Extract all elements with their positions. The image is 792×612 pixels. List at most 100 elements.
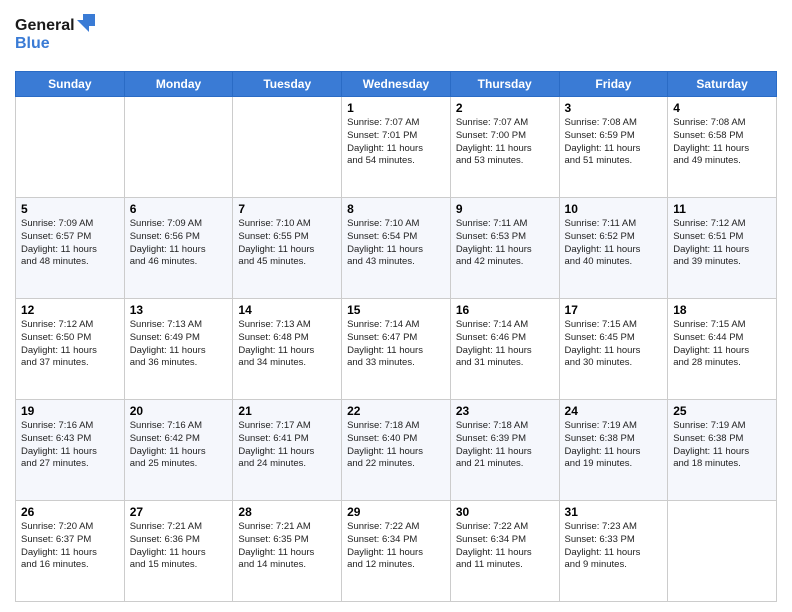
- calendar-cell: [16, 97, 125, 198]
- calendar-cell: 14Sunrise: 7:13 AMSunset: 6:48 PMDayligh…: [233, 299, 342, 400]
- day-number: 22: [347, 404, 445, 418]
- day-number: 31: [565, 505, 663, 519]
- day-number: 8: [347, 202, 445, 216]
- day-info: Sunrise: 7:10 AMSunset: 6:55 PMDaylight:…: [238, 218, 336, 269]
- calendar-week-3: 19 Sunrise: 7:16 AMSunset: 6:43 PMDayligh…: [16, 400, 777, 501]
- day-number: 3: [565, 101, 663, 115]
- calendar-cell: 12Sunrise: 7:12 AMSunset: 6:50 PMDayligh…: [16, 299, 125, 400]
- day-number: 27: [130, 505, 228, 519]
- day-number: 15: [347, 303, 445, 317]
- logo-content: General Blue: [15, 10, 105, 63]
- day-number: 10: [565, 202, 663, 216]
- calendar-cell: 21 Sunrise: 7:17 AMSunset: 6:41 PMDayligh…: [233, 400, 342, 501]
- day-header-sunday: Sunday: [16, 72, 125, 97]
- calendar-cell: 27 Sunrise: 7:21 AMSunset: 6:36 PMDayligh…: [124, 501, 233, 602]
- day-number: 2: [456, 101, 554, 115]
- day-number: 13: [130, 303, 228, 317]
- calendar-cell: [668, 501, 777, 602]
- day-number: 16: [456, 303, 554, 317]
- calendar-cell: 26 Sunrise: 7:20 AMSunset: 6:37 PMDayligh…: [16, 501, 125, 602]
- calendar-cell: 29 Sunrise: 7:22 AMSunset: 6:34 PMDayligh…: [342, 501, 451, 602]
- day-info: Sunrise: 7:17 AMSunset: 6:41 PMDaylight:…: [238, 420, 336, 471]
- calendar-cell: 16 Sunrise: 7:14 AMSunset: 6:46 PMDayligh…: [450, 299, 559, 400]
- calendar-cell: 2 Sunrise: 7:07 AMSunset: 7:00 PMDaylight…: [450, 97, 559, 198]
- day-number: 20: [130, 404, 228, 418]
- calendar-cell: 8 Sunrise: 7:10 AMSunset: 6:54 PMDaylight…: [342, 198, 451, 299]
- calendar-cell: 25 Sunrise: 7:19 AMSunset: 6:38 PMDayligh…: [668, 400, 777, 501]
- calendar-cell: 1Sunrise: 7:07 AMSunset: 7:01 PMDaylight…: [342, 97, 451, 198]
- day-info: Sunrise: 7:15 AMSunset: 6:45 PMDaylight:…: [565, 319, 663, 370]
- calendar-cell: [233, 97, 342, 198]
- day-info: Sunrise: 7:07 AMSunset: 7:00 PMDaylight:…: [456, 117, 554, 168]
- day-number: 30: [456, 505, 554, 519]
- calendar-cell: 6Sunrise: 7:09 AMSunset: 6:56 PMDaylight…: [124, 198, 233, 299]
- day-info: Sunrise: 7:12 AMSunset: 6:51 PMDaylight:…: [673, 218, 771, 269]
- calendar-cell: 11 Sunrise: 7:12 AMSunset: 6:51 PMDayligh…: [668, 198, 777, 299]
- day-header-thursday: Thursday: [450, 72, 559, 97]
- day-info: Sunrise: 7:23 AMSunset: 6:33 PMDaylight:…: [565, 521, 663, 572]
- day-number: 9: [456, 202, 554, 216]
- day-info: Sunrise: 7:10 AMSunset: 6:54 PMDaylight:…: [347, 218, 445, 269]
- day-number: 28: [238, 505, 336, 519]
- day-number: 4: [673, 101, 771, 115]
- calendar-table: SundayMondayTuesdayWednesdayThursdayFrid…: [15, 71, 777, 602]
- day-number: 25: [673, 404, 771, 418]
- calendar-cell: 22 Sunrise: 7:18 AMSunset: 6:40 PMDayligh…: [342, 400, 451, 501]
- calendar-week-2: 12Sunrise: 7:12 AMSunset: 6:50 PMDayligh…: [16, 299, 777, 400]
- day-info: Sunrise: 7:18 AMSunset: 6:39 PMDaylight:…: [456, 420, 554, 471]
- day-info: Sunrise: 7:11 AMSunset: 6:52 PMDaylight:…: [565, 218, 663, 269]
- calendar-cell: 3 Sunrise: 7:08 AMSunset: 6:59 PMDaylight…: [559, 97, 668, 198]
- day-info: Sunrise: 7:13 AMSunset: 6:49 PMDaylight:…: [130, 319, 228, 370]
- day-header-tuesday: Tuesday: [233, 72, 342, 97]
- day-info: Sunrise: 7:19 AMSunset: 6:38 PMDaylight:…: [673, 420, 771, 471]
- calendar-cell: 5 Sunrise: 7:09 AMSunset: 6:57 PMDaylight…: [16, 198, 125, 299]
- logo: General Blue: [15, 10, 105, 63]
- day-info: Sunrise: 7:22 AMSunset: 6:34 PMDaylight:…: [347, 521, 445, 572]
- day-number: 6: [130, 202, 228, 216]
- svg-text:Blue: Blue: [15, 35, 50, 52]
- calendar-cell: 24Sunrise: 7:19 AMSunset: 6:38 PMDayligh…: [559, 400, 668, 501]
- calendar-week-1: 5 Sunrise: 7:09 AMSunset: 6:57 PMDaylight…: [16, 198, 777, 299]
- calendar-cell: 7Sunrise: 7:10 AMSunset: 6:55 PMDaylight…: [233, 198, 342, 299]
- calendar-cell: 17 Sunrise: 7:15 AMSunset: 6:45 PMDayligh…: [559, 299, 668, 400]
- calendar-cell: 20 Sunrise: 7:16 AMSunset: 6:42 PMDayligh…: [124, 400, 233, 501]
- day-number: 18: [673, 303, 771, 317]
- day-info: Sunrise: 7:16 AMSunset: 6:43 PMDaylight:…: [21, 420, 119, 471]
- calendar-week-4: 26 Sunrise: 7:20 AMSunset: 6:37 PMDayligh…: [16, 501, 777, 602]
- day-info: Sunrise: 7:12 AMSunset: 6:50 PMDaylight:…: [21, 319, 119, 370]
- day-info: Sunrise: 7:21 AMSunset: 6:36 PMDaylight:…: [130, 521, 228, 572]
- day-info: Sunrise: 7:16 AMSunset: 6:42 PMDaylight:…: [130, 420, 228, 471]
- day-info: Sunrise: 7:14 AMSunset: 6:47 PMDaylight:…: [347, 319, 445, 370]
- day-info: Sunrise: 7:18 AMSunset: 6:40 PMDaylight:…: [347, 420, 445, 471]
- day-info: Sunrise: 7:14 AMSunset: 6:46 PMDaylight:…: [456, 319, 554, 370]
- day-number: 19: [21, 404, 119, 418]
- header: General Blue: [15, 10, 777, 63]
- calendar-cell: 13 Sunrise: 7:13 AMSunset: 6:49 PMDayligh…: [124, 299, 233, 400]
- day-header-wednesday: Wednesday: [342, 72, 451, 97]
- calendar-header-row: SundayMondayTuesdayWednesdayThursdayFrid…: [16, 72, 777, 97]
- day-info: Sunrise: 7:08 AMSunset: 6:59 PMDaylight:…: [565, 117, 663, 168]
- calendar-cell: 30Sunrise: 7:22 AMSunset: 6:34 PMDayligh…: [450, 501, 559, 602]
- day-number: 5: [21, 202, 119, 216]
- page: General Blue SundayMondayTuesdayWednesda…: [0, 0, 792, 612]
- day-info: Sunrise: 7:15 AMSunset: 6:44 PMDaylight:…: [673, 319, 771, 370]
- day-number: 29: [347, 505, 445, 519]
- day-number: 11: [673, 202, 771, 216]
- calendar-cell: 31 Sunrise: 7:23 AMSunset: 6:33 PMDayligh…: [559, 501, 668, 602]
- calendar-cell: 4Sunrise: 7:08 AMSunset: 6:58 PMDaylight…: [668, 97, 777, 198]
- day-info: Sunrise: 7:11 AMSunset: 6:53 PMDaylight:…: [456, 218, 554, 269]
- day-header-friday: Friday: [559, 72, 668, 97]
- svg-text:General: General: [15, 17, 75, 34]
- day-info: Sunrise: 7:21 AMSunset: 6:35 PMDaylight:…: [238, 521, 336, 572]
- day-number: 17: [565, 303, 663, 317]
- day-number: 23: [456, 404, 554, 418]
- day-info: Sunrise: 7:07 AMSunset: 7:01 PMDaylight:…: [347, 117, 445, 168]
- calendar-cell: 23 Sunrise: 7:18 AMSunset: 6:39 PMDayligh…: [450, 400, 559, 501]
- day-info: Sunrise: 7:19 AMSunset: 6:38 PMDaylight:…: [565, 420, 663, 471]
- logo-svg: General Blue: [15, 10, 105, 58]
- day-number: 21: [238, 404, 336, 418]
- day-number: 26: [21, 505, 119, 519]
- day-info: Sunrise: 7:20 AMSunset: 6:37 PMDaylight:…: [21, 521, 119, 572]
- day-info: Sunrise: 7:09 AMSunset: 6:57 PMDaylight:…: [21, 218, 119, 269]
- calendar-cell: 10 Sunrise: 7:11 AMSunset: 6:52 PMDayligh…: [559, 198, 668, 299]
